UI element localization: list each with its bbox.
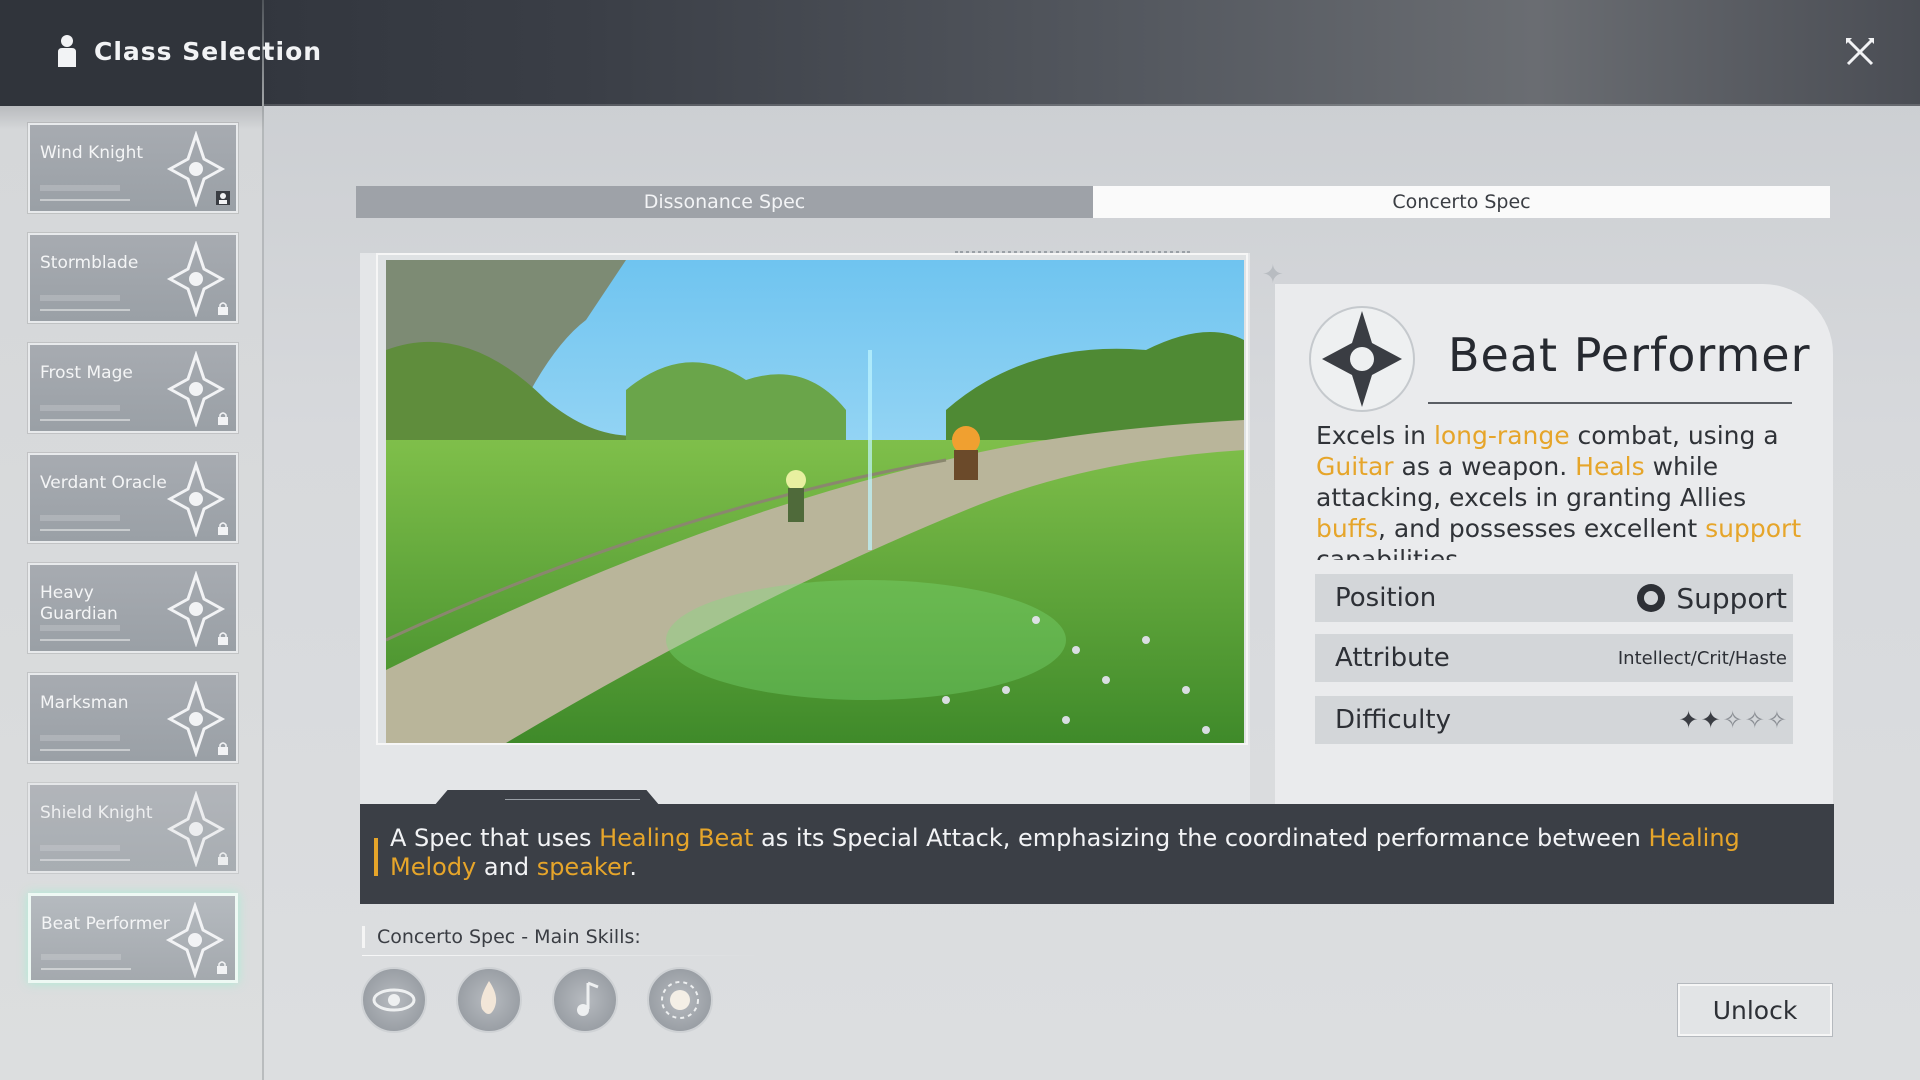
class-card-divider [40, 199, 130, 201]
highlighted-term: buffs [1316, 514, 1378, 543]
text-segment: as its Special Attack, emphasizing the c… [753, 824, 1649, 852]
class-card-divider [40, 419, 130, 421]
class-card-marksman[interactable]: Marksman [28, 673, 238, 763]
tab-concerto-spec[interactable]: Concerto Spec [1093, 186, 1830, 218]
class-card-label: Heavy Guardian [40, 583, 118, 624]
position-row: Position Support [1315, 574, 1793, 622]
class-list: Wind Knight Stormblade Frost Mage Verdant O… [28, 123, 238, 1003]
burst-skill-icon[interactable] [647, 967, 713, 1033]
summary-accent-bar [374, 838, 378, 876]
attribute-value: Intellect/Crit/Haste [1617, 647, 1787, 669]
class-card-label: Frost Mage [40, 363, 133, 383]
position-value-text: Support [1676, 581, 1787, 615]
class-card-verdant-oracle[interactable]: Verdant Oracle [28, 453, 238, 543]
page-title: Class Selection [94, 36, 323, 66]
class-card-subtext [40, 625, 120, 631]
highlighted-term: support [1705, 514, 1802, 543]
class-card-label: Stormblade [40, 253, 139, 273]
star-filled-icon: ✦ [1700, 706, 1721, 734]
difficulty-row: Difficulty ✦ ✦ ✧ ✧ ✧ [1315, 696, 1793, 744]
skills-divider [362, 955, 762, 956]
unlock-button[interactable]: Unlock [1678, 984, 1832, 1036]
highlighted-term: Healing Beat [599, 824, 754, 852]
class-card-divider [40, 529, 130, 531]
class-card-heavy-guardian[interactable]: Heavy Guardian [28, 563, 238, 653]
lock-icon [218, 852, 228, 865]
class-card-subtext [40, 185, 120, 191]
class-card-subtext [40, 735, 120, 741]
lock-icon [218, 632, 228, 645]
spec-description: Excels in long-range combat, using a Gui… [1316, 420, 1806, 560]
highlighted-term: speaker [536, 853, 630, 881]
text-segment: as a weapon. [1393, 452, 1576, 481]
text-segment: A Spec that uses [390, 824, 600, 852]
page-title-group: Class Selection [56, 34, 322, 68]
class-card-beat-performer[interactable]: Beat Performer [28, 893, 238, 983]
spec-tabs: Dissonance Spec Concerto Spec [356, 186, 1830, 218]
person-badge-icon [216, 191, 230, 205]
class-card-subtext [40, 405, 120, 411]
class-card-subtext [40, 515, 120, 521]
lock-icon [217, 961, 227, 974]
class-card-stormblade[interactable]: Stormblade [28, 233, 238, 323]
swirl-skill-icon[interactable] [361, 967, 427, 1033]
main-skills-label: Concerto Spec - Main Skills: [362, 926, 641, 948]
class-card-shield-knight[interactable]: Shield Knight [28, 783, 238, 873]
star-empty-icon: ✧ [1744, 706, 1765, 734]
sparkle-icon: ✦ [1262, 260, 1284, 290]
spec-summary: A Spec that uses Healing Beat as its Spe… [390, 824, 1810, 882]
class-card-divider [41, 968, 131, 970]
lock-icon [218, 412, 228, 425]
lock-icon [218, 742, 228, 755]
class-card-label: Wind Knight [40, 143, 144, 163]
person-icon [58, 35, 76, 67]
position-value: Support [1634, 581, 1787, 615]
support-role-icon [1637, 584, 1666, 612]
star-empty-icon: ✧ [1766, 706, 1787, 734]
class-card-label: Marksman [40, 693, 129, 713]
class-card-subtext [40, 845, 120, 851]
spec-title: Beat Performer [1448, 328, 1811, 382]
star-filled-icon: ✦ [1678, 706, 1699, 734]
flame-skill-icon[interactable] [456, 967, 522, 1033]
text-segment: . [629, 853, 638, 881]
attribute-label: Attribute [1335, 643, 1450, 673]
text-segment: capabilities [1316, 545, 1459, 560]
lock-icon [218, 522, 228, 535]
class-card-divider [40, 309, 130, 311]
highlighted-term: Guitar [1316, 452, 1394, 481]
text-segment: and [476, 853, 537, 881]
class-card-divider [40, 749, 130, 751]
class-card-label: Verdant Oracle [40, 473, 167, 493]
beat-performer-emblem-icon [1309, 306, 1415, 412]
tab-dissonance-spec[interactable]: Dissonance Spec [356, 186, 1093, 218]
note-skill-icon[interactable] [552, 967, 618, 1033]
difficulty-stars: ✦ ✦ ✧ ✧ ✧ [1678, 706, 1787, 734]
star-empty-icon: ✧ [1722, 706, 1743, 734]
highlighted-term: long-range [1433, 421, 1570, 450]
lock-icon [218, 302, 228, 315]
highlighted-term: Heals [1575, 452, 1645, 481]
text-segment: combat, using a [1569, 421, 1779, 450]
attribute-row: Attribute Intellect/Crit/Haste [1315, 634, 1793, 682]
class-card-subtext [40, 295, 120, 301]
position-label: Position [1335, 583, 1437, 613]
gameplay-preview-image [386, 260, 1244, 743]
class-card-subtext [41, 954, 121, 960]
spec-title-underline [1428, 402, 1792, 404]
class-card-label: Shield Knight [40, 803, 153, 823]
description-tab-line [505, 799, 640, 800]
difficulty-label: Difficulty [1335, 705, 1451, 735]
class-card-divider [40, 859, 130, 861]
text-segment: Excels in [1316, 421, 1434, 450]
class-card-divider [40, 639, 130, 641]
text-segment: , and possesses excellent [1377, 514, 1706, 543]
class-card-frost-mage[interactable]: Frost Mage [28, 343, 238, 433]
class-card-wind-knight[interactable]: Wind Knight [28, 123, 238, 213]
close-icon[interactable] [1842, 34, 1878, 70]
class-card-label: Beat Performer [41, 914, 170, 934]
